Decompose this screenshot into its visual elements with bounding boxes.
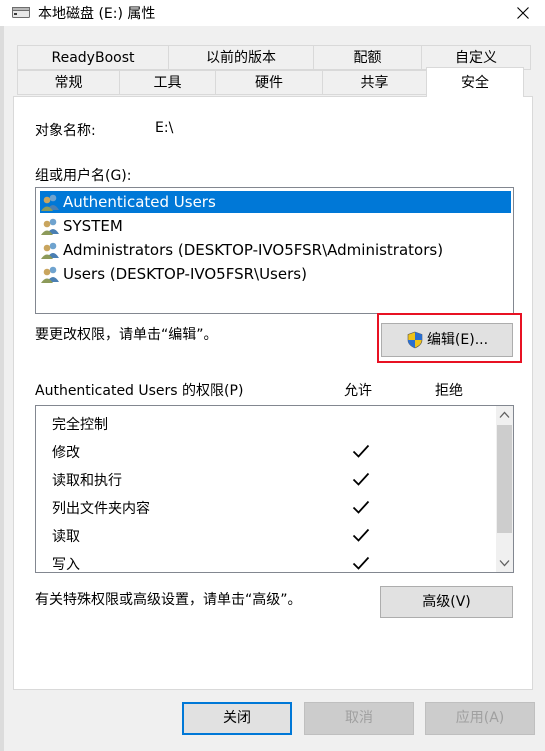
advanced-hint: 有关特殊权限或高级设置，请单击“高级”。 (35, 592, 302, 608)
permissions-scrollbar[interactable] (496, 406, 513, 572)
tab-previous-versions[interactable]: 以前的版本 (168, 45, 314, 70)
allow-check-icon (352, 556, 370, 570)
permission-name: 读取 (52, 529, 80, 545)
close-icon (517, 7, 529, 19)
tab-readyboost[interactable]: ReadyBoost (17, 45, 169, 70)
permission-name: 写入 (52, 557, 80, 573)
permission-row: 列出文件夹内容 (52, 496, 492, 518)
list-item-user[interactable]: Administrators (DESKTOP-IVO5FSR\Administ… (40, 239, 443, 261)
advanced-button[interactable]: 高级(V) (380, 586, 513, 618)
permission-name: 读取和执行 (52, 473, 122, 489)
user-name: Administrators (DESKTOP-IVO5FSR\Administ… (63, 241, 444, 259)
permission-name: 列出文件夹内容 (52, 501, 150, 517)
window-title: 本地磁盘 (E:) 属性 (38, 6, 156, 22)
permission-row: 修改 (52, 440, 492, 462)
close-button[interactable]: 关闭 (182, 702, 292, 735)
tab-quota[interactable]: 配额 (313, 45, 422, 70)
change-hint: 要更改权限，请单击“编辑”。 (35, 327, 218, 343)
permission-row: 读取 (52, 524, 492, 546)
permission-row: 完全控制 (52, 412, 492, 434)
tab-sharing[interactable]: 共享 (322, 70, 427, 95)
drive-icon (12, 7, 30, 18)
users-icon (41, 194, 59, 211)
highlight-annotation (377, 313, 522, 363)
scroll-down-icon[interactable] (499, 559, 510, 567)
list-item-user[interactable]: Authenticated Users (40, 191, 511, 213)
users-icon (41, 242, 59, 259)
tab-security[interactable]: 安全 (426, 67, 524, 97)
permissions-list[interactable]: 完全控制修改读取和执行列出文件夹内容 读取写入 (35, 405, 514, 573)
list-item-user[interactable]: Users (DESKTOP-IVO5FSR\Users) (40, 263, 307, 285)
tab-tools[interactable]: 工具 (119, 70, 216, 95)
permissions-label: Authenticated Users 的权限(P) (35, 383, 244, 399)
list-item-user[interactable]: SYSTEM (40, 215, 123, 237)
allow-check-icon (352, 528, 370, 542)
properties-window: 本地磁盘 (E:) 属性 ReadyBoost 以前的版本 配额 自定义 常规 … (0, 0, 545, 751)
object-name-value: E:\ (155, 120, 174, 136)
allow-check-icon (352, 500, 370, 514)
permission-name: 完全控制 (52, 417, 108, 433)
allow-header: 允许 (344, 383, 372, 399)
deny-header: 拒绝 (435, 383, 463, 399)
close-window-button[interactable] (501, 0, 545, 26)
allow-check-icon (352, 444, 370, 458)
apply-button[interactable]: 应用(A) (425, 702, 535, 735)
user-name: SYSTEM (63, 217, 123, 235)
scrollbar-thumb[interactable] (497, 425, 512, 533)
tab-general[interactable]: 常规 (17, 70, 120, 95)
title-bar: 本地磁盘 (E:) 属性 (0, 0, 545, 26)
object-name-label: 对象名称: (35, 123, 96, 139)
user-name: Users (DESKTOP-IVO5FSR\Users) (63, 265, 307, 283)
users-icon (41, 218, 59, 235)
scroll-up-icon[interactable] (499, 411, 510, 419)
permission-row: 写入 (52, 552, 492, 573)
users-icon (41, 266, 59, 283)
users-listbox[interactable]: Authenticated Users SYSTEM Administrator… (35, 187, 514, 314)
permission-name: 修改 (52, 445, 80, 461)
groups-label: 组或用户名(G): (35, 168, 132, 184)
permission-row: 读取和执行 (52, 468, 492, 490)
cancel-button[interactable]: 取消 (304, 702, 414, 735)
window-edge (0, 26, 4, 751)
user-name: Authenticated Users (63, 193, 216, 211)
allow-check-icon (352, 472, 370, 486)
tab-hardware[interactable]: 硬件 (215, 70, 323, 95)
